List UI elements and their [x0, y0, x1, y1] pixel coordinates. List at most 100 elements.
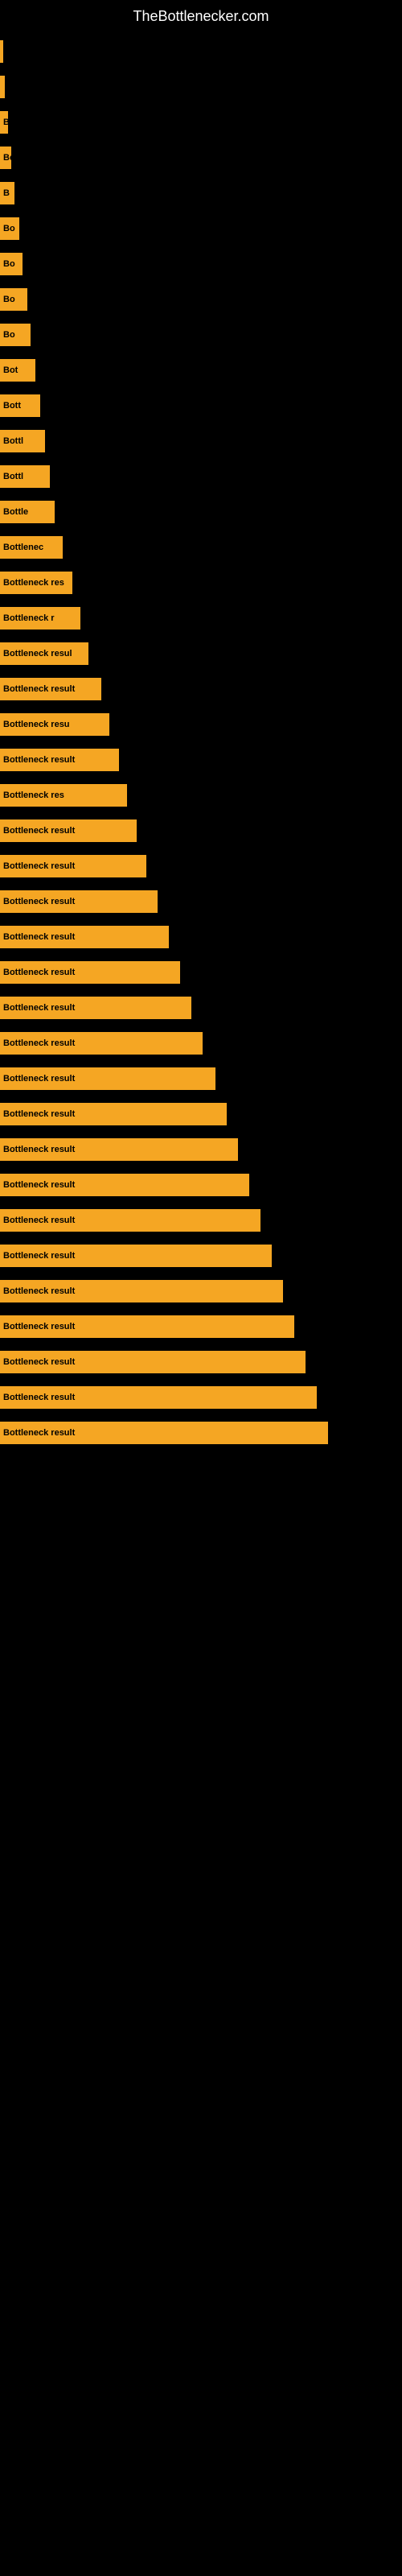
bar-37: Bottleneck result [0, 1351, 306, 1373]
bar-label-32: Bottleneck result [3, 1180, 75, 1190]
bar-row: Bottleneck result [0, 1277, 402, 1306]
bar-label-26: Bottleneck result [3, 968, 75, 977]
bar-4: B [0, 182, 14, 204]
bar-23: Bottleneck result [0, 855, 146, 877]
bar-row [0, 37, 402, 66]
bar-8: Bo [0, 324, 31, 346]
bar-row: B [0, 179, 402, 208]
bar-row: B [0, 108, 402, 137]
bar-9: Bot [0, 359, 35, 382]
bar-label-23: Bottleneck result [3, 861, 75, 871]
bar-row: Bottleneck r [0, 604, 402, 633]
bar-label-39: Bottleneck result [3, 1428, 75, 1438]
bar-label-35: Bottleneck result [3, 1286, 75, 1296]
bar-24: Bottleneck result [0, 890, 158, 913]
bar-10: Bott [0, 394, 40, 417]
bar-row: Bottleneck result [0, 1100, 402, 1129]
site-title: TheBottlenecker.com [0, 0, 402, 29]
bars-container: B Bo B Bo Bo Bo Bo Bot Bott Bottl Bottl Bottle Bottl… [0, 29, 402, 1462]
bar-row: Bottleneck resul [0, 639, 402, 668]
bar-7: Bo [0, 288, 27, 311]
bar-row: Bo [0, 143, 402, 172]
bar-row: Bottl [0, 462, 402, 491]
bar-39: Bottleneck result [0, 1422, 328, 1444]
bar-label-22: Bottleneck result [3, 826, 75, 836]
bar-label-36: Bottleneck result [3, 1322, 75, 1331]
bar-label-17: Bottleneck resul [3, 649, 72, 658]
bar-row [0, 72, 402, 101]
bar-row: Bottleneck result [0, 1206, 402, 1235]
bar-label-29: Bottleneck result [3, 1074, 75, 1084]
bar-row: Bottleneck result [0, 1348, 402, 1377]
bar-label-12: Bottl [3, 472, 23, 481]
bar-19: Bottleneck resu [0, 713, 109, 736]
bar-row: Bo [0, 250, 402, 279]
bar-25: Bottleneck result [0, 926, 169, 948]
bar-row: Bo [0, 320, 402, 349]
bar-row: Bottleneck result [0, 1418, 402, 1447]
bar-12: Bottl [0, 465, 50, 488]
bar-row: Bott [0, 391, 402, 420]
bar-26: Bottleneck result [0, 961, 180, 984]
bar-label-30: Bottleneck result [3, 1109, 75, 1119]
bar-row: Bottleneck res [0, 781, 402, 810]
bar-3: Bo [0, 147, 11, 169]
bar-label-13: Bottle [3, 507, 28, 517]
bar-11: Bottl [0, 430, 45, 452]
bar-row: Bo [0, 285, 402, 314]
bar-label-11: Bottl [3, 436, 23, 446]
bar-5: Bo [0, 217, 19, 240]
bar-label-3: Bo [3, 153, 11, 163]
bar-row: Bottlenec [0, 533, 402, 562]
bar-row: Bottleneck result [0, 1241, 402, 1270]
bar-row: Bottleneck result [0, 923, 402, 952]
bar-18: Bottleneck result [0, 678, 101, 700]
bar-30: Bottleneck result [0, 1103, 227, 1125]
bar-36: Bottleneck result [0, 1315, 294, 1338]
bar-14: Bottlenec [0, 536, 63, 559]
bar-34: Bottleneck result [0, 1245, 272, 1267]
bar-row: Bottleneck res [0, 568, 402, 597]
bar-label-24: Bottleneck result [3, 897, 75, 906]
bar-35: Bottleneck result [0, 1280, 283, 1302]
bar-label-27: Bottleneck result [3, 1003, 75, 1013]
bar-31: Bottleneck result [0, 1138, 238, 1161]
bar-label-14: Bottlenec [3, 543, 43, 552]
bar-15: Bottleneck res [0, 572, 72, 594]
bar-1 [0, 76, 5, 98]
bar-22: Bottleneck result [0, 819, 137, 842]
bar-label-31: Bottleneck result [3, 1145, 75, 1154]
bar-label-7: Bo [3, 295, 15, 304]
bar-28: Bottleneck result [0, 1032, 203, 1055]
bar-label-8: Bo [3, 330, 15, 340]
bar-20: Bottleneck result [0, 749, 119, 771]
bar-6: Bo [0, 253, 23, 275]
bar-33: Bottleneck result [0, 1209, 260, 1232]
bar-row: Bottl [0, 427, 402, 456]
bar-row: Bottle [0, 497, 402, 526]
bar-row: Bottleneck result [0, 1312, 402, 1341]
bar-21: Bottleneck res [0, 784, 127, 807]
bar-13: Bottle [0, 501, 55, 523]
bar-label-34: Bottleneck result [3, 1251, 75, 1261]
bar-38: Bottleneck result [0, 1386, 317, 1409]
bar-16: Bottleneck r [0, 607, 80, 630]
bar-row: Bottleneck result [0, 993, 402, 1022]
bar-label-15: Bottleneck res [3, 578, 64, 588]
bar-label-21: Bottleneck res [3, 791, 64, 800]
bar-label-5: Bo [3, 224, 15, 233]
bar-27: Bottleneck result [0, 997, 191, 1019]
bar-row: Bottleneck result [0, 816, 402, 845]
bar-2: B [0, 111, 8, 134]
bar-label-9: Bot [3, 365, 18, 375]
bar-row: Bottleneck result [0, 958, 402, 987]
bar-row: Bottleneck result [0, 1064, 402, 1093]
bar-label-33: Bottleneck result [3, 1216, 75, 1225]
bar-label-2: B [3, 118, 8, 127]
bar-row: Bottleneck result [0, 1383, 402, 1412]
bar-label-19: Bottleneck resu [3, 720, 70, 729]
bar-label-6: Bo [3, 259, 15, 269]
bar-row: Bot [0, 356, 402, 385]
bar-row: Bottleneck result [0, 887, 402, 916]
bar-row: Bottleneck result [0, 745, 402, 774]
